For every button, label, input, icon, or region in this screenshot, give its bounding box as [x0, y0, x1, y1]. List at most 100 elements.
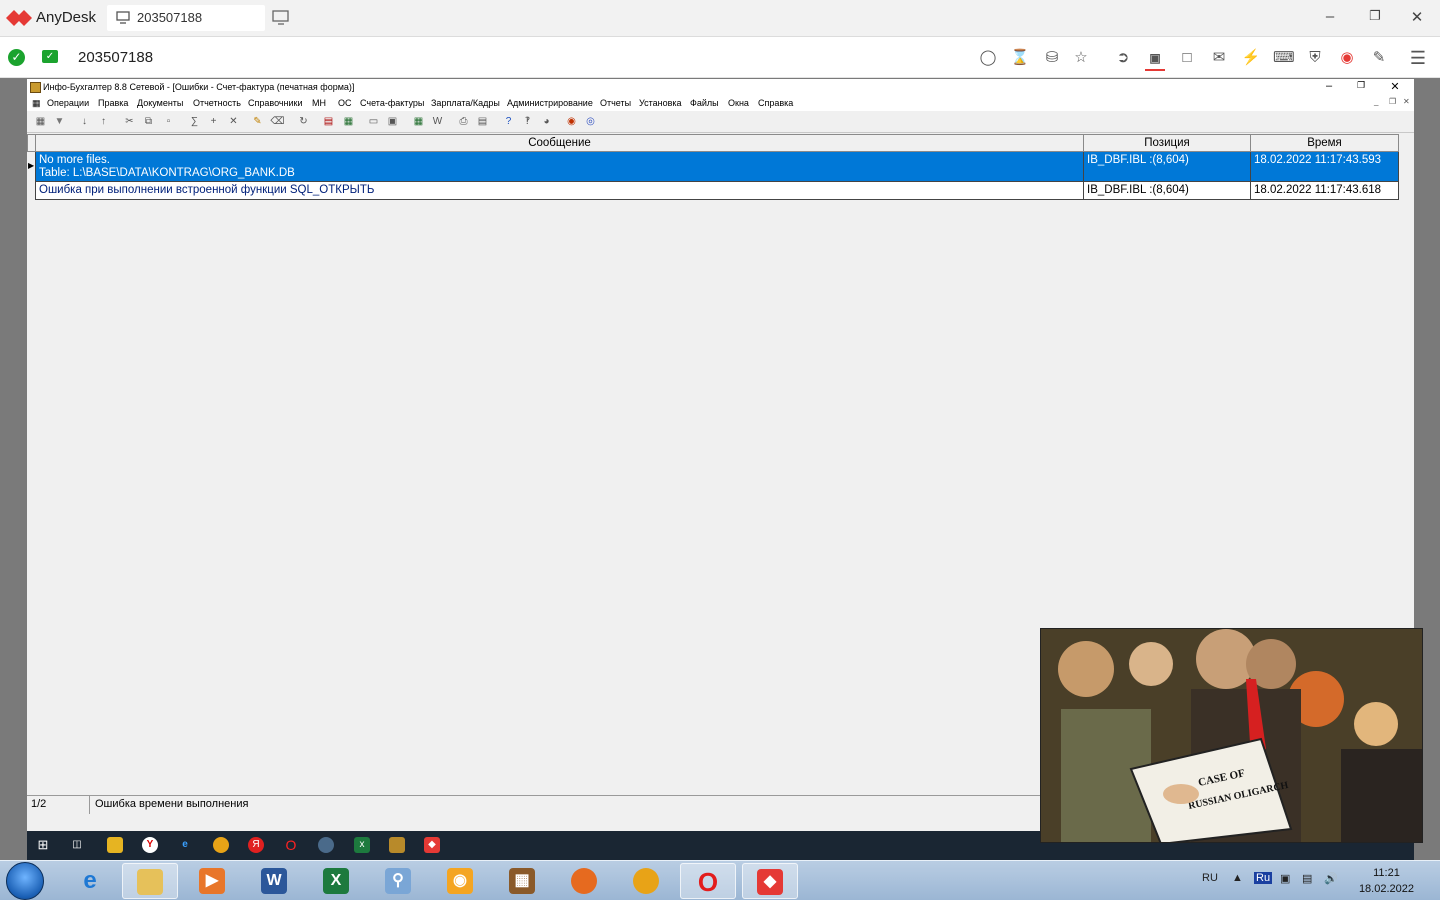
- menu-windows[interactable]: Окна: [728, 98, 749, 108]
- menu-mn[interactable]: МН: [312, 98, 326, 108]
- task-view-icon[interactable]: ◫: [69, 837, 85, 853]
- preview-icon[interactable]: ▤: [475, 114, 490, 129]
- permissions-icon[interactable]: ⛨: [1305, 48, 1325, 68]
- yandex-icon[interactable]: Я: [248, 837, 264, 853]
- help-icon[interactable]: ?: [501, 114, 516, 129]
- paste-icon[interactable]: ▫: [161, 114, 176, 129]
- table-row-1-message[interactable]: No more files. Table: L:\BASE\DATA\KONTR…: [36, 152, 1084, 182]
- column-header-position[interactable]: Позиция: [1084, 134, 1251, 152]
- record-icon[interactable]: ◉: [1337, 48, 1357, 68]
- search-taskbar-button[interactable]: ⚲: [370, 863, 426, 899]
- app-minimize-button[interactable]: –: [1321, 80, 1337, 92]
- language-indicator[interactable]: RU: [1202, 872, 1218, 884]
- restore-button[interactable]: ❐: [1365, 8, 1385, 24]
- firefox-taskbar-button[interactable]: [556, 863, 612, 899]
- mdi-close-button[interactable]: ✕: [1403, 97, 1410, 106]
- copy-icon[interactable]: ⧉: [141, 114, 156, 129]
- chrome-taskbar-button[interactable]: [618, 863, 674, 899]
- actions-icon[interactable]: ⚡: [1241, 48, 1261, 68]
- ie-icon[interactable]: e: [177, 837, 193, 853]
- database-icon[interactable]: ⛁: [1042, 48, 1062, 68]
- opera-icon[interactable]: O: [283, 837, 299, 853]
- menu-operations[interactable]: Операции: [47, 98, 89, 108]
- explorer-icon[interactable]: [107, 837, 123, 853]
- yandex-browser-icon[interactable]: Y: [142, 837, 158, 853]
- globe-icon[interactable]: ◎: [583, 114, 598, 129]
- minimize-button[interactable]: –: [1320, 8, 1340, 25]
- word-icon[interactable]: W: [430, 114, 445, 129]
- table-row-1-time[interactable]: 18.02.2022 11:17:43.593: [1251, 152, 1399, 182]
- web-icon[interactable]: ◉: [564, 114, 579, 129]
- column-header-message[interactable]: Сообщение: [36, 134, 1084, 152]
- file-transfer-icon[interactable]: ➲: [1113, 48, 1133, 68]
- privacy-icon[interactable]: ◯: [978, 48, 998, 68]
- print-icon[interactable]: ⎙: [456, 114, 471, 129]
- grid-icon[interactable]: ▦: [33, 114, 48, 129]
- hourglass-icon[interactable]: ⌛: [1010, 48, 1030, 68]
- keyboard-icon[interactable]: ⌨: [1273, 48, 1295, 68]
- mdi-restore-button[interactable]: ❐: [1389, 97, 1396, 106]
- menu-administration[interactable]: Администрирование: [507, 98, 593, 108]
- clock[interactable]: 11:21 18.02.2022: [1359, 865, 1414, 897]
- menu-setup[interactable]: Установка: [639, 98, 682, 108]
- screen-icon[interactable]: □: [1177, 48, 1197, 68]
- mdi-doc-icon[interactable]: ▦: [32, 98, 41, 109]
- excel-icon[interactable]: ▦: [411, 114, 426, 129]
- edit-icon[interactable]: ✎: [250, 114, 265, 129]
- media-taskbar-button[interactable]: ▶: [184, 863, 240, 899]
- chat-icon[interactable]: ✉: [1209, 48, 1229, 68]
- explorer-taskbar-button[interactable]: [122, 863, 178, 899]
- opera-taskbar-button[interactable]: O: [680, 863, 736, 899]
- row-indicator[interactable]: [27, 182, 36, 200]
- menu-reporting[interactable]: Отчетность: [193, 98, 241, 108]
- anydesk-taskbar-button[interactable]: ◆: [742, 863, 798, 899]
- add-icon[interactable]: +: [206, 114, 221, 129]
- filter-icon[interactable]: ▼: [52, 114, 67, 129]
- menu-icon[interactable]: ☰: [1408, 48, 1428, 68]
- table-row-2-time[interactable]: 18.02.2022 11:17:43.618: [1251, 182, 1399, 200]
- clear-icon[interactable]: ⌫: [270, 114, 285, 129]
- table-row-1-position[interactable]: IB_DBF.IBL :(8,604): [1084, 152, 1251, 182]
- save-icon[interactable]: ▣: [385, 114, 400, 129]
- anydesk-icon[interactable]: ◆: [424, 837, 440, 853]
- keyboard-layout-icon[interactable]: Ru: [1254, 872, 1273, 884]
- app-restore-button[interactable]: ❐: [1353, 80, 1369, 91]
- table-row-2-position[interactable]: IB_DBF.IBL :(8,604): [1084, 182, 1251, 200]
- display-select-icon[interactable]: ▣: [1145, 48, 1165, 71]
- menu-help[interactable]: Справка: [758, 98, 793, 108]
- table-row-2-message[interactable]: Ошибка при выполнении встроенной функции…: [36, 182, 1084, 200]
- start-button[interactable]: [6, 862, 44, 900]
- tray-expand-icon[interactable]: ▲: [1232, 872, 1243, 884]
- whiteboard-icon[interactable]: ✎: [1369, 48, 1389, 68]
- network-icon[interactable]: [318, 837, 334, 853]
- row-indicator[interactable]: ▶: [27, 152, 36, 182]
- close-button[interactable]: ✕: [1407, 8, 1427, 26]
- address-field[interactable]: 203507188: [78, 49, 153, 66]
- sort-asc-icon[interactable]: ↓: [77, 114, 92, 129]
- menu-payroll[interactable]: Зарплата/Кадры: [431, 98, 500, 108]
- infobuh-icon[interactable]: [389, 837, 405, 853]
- menu-documents[interactable]: Документы: [137, 98, 183, 108]
- excel-taskbar-button[interactable]: X: [308, 863, 364, 899]
- cut-icon[interactable]: ✂: [122, 114, 137, 129]
- eye-taskbar-button[interactable]: ◉: [432, 863, 488, 899]
- chrome-icon[interactable]: [213, 837, 229, 853]
- menu-edit[interactable]: Правка: [98, 98, 128, 108]
- open-icon[interactable]: ▭: [366, 114, 381, 129]
- column-header-time[interactable]: Время: [1251, 134, 1399, 152]
- app-close-button[interactable]: ✕: [1387, 80, 1403, 93]
- session-tab[interactable]: 203507188: [107, 5, 265, 31]
- tray-app-icon[interactable]: ▣: [1280, 872, 1290, 885]
- menu-reports[interactable]: Отчеты: [600, 98, 631, 108]
- abacus-taskbar-button[interactable]: ▦: [494, 863, 550, 899]
- compass-icon[interactable]: ◕: [539, 114, 554, 129]
- refresh-icon[interactable]: ↻: [296, 114, 311, 129]
- ie-taskbar-button[interactable]: e: [62, 863, 118, 899]
- delete-icon[interactable]: ✕: [226, 114, 241, 129]
- sort-desc-icon[interactable]: ↑: [96, 114, 111, 129]
- favorite-icon[interactable]: ☆: [1071, 48, 1091, 68]
- context-help-icon[interactable]: ‽: [520, 114, 535, 129]
- pdf-icon[interactable]: ▤: [321, 114, 336, 129]
- menu-os[interactable]: ОС: [338, 98, 352, 108]
- menu-references[interactable]: Справочники: [248, 98, 303, 108]
